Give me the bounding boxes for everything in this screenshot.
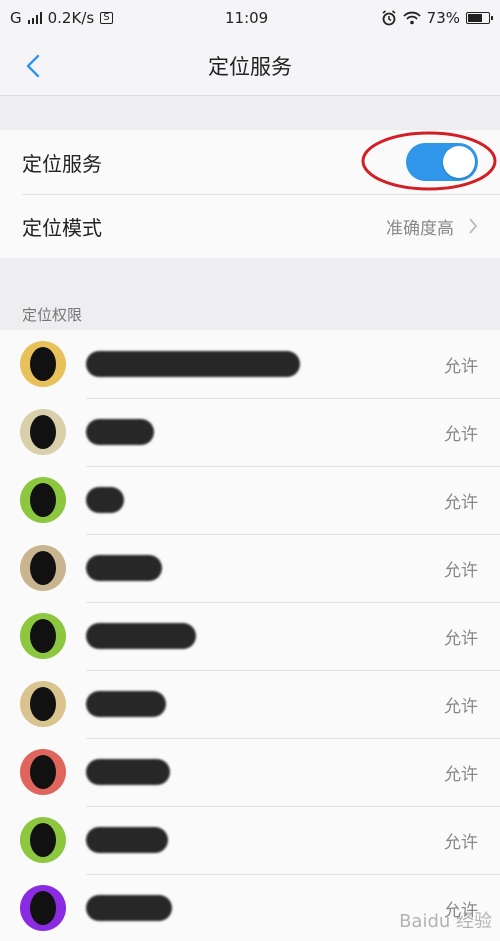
- list-item[interactable]: 允许: [0, 330, 500, 398]
- redacted-blot: [30, 483, 56, 517]
- permission-value: 允许: [444, 764, 478, 785]
- status-right: 73%: [381, 9, 493, 27]
- redacted-app-name: [86, 827, 168, 853]
- redacted-app-name: [86, 487, 124, 513]
- permission-value: 允许: [444, 832, 478, 853]
- annotation-circle: [361, 131, 497, 191]
- list-item[interactable]: 允许: [0, 534, 500, 602]
- permissions-header: 定位权限: [22, 305, 83, 324]
- redacted-blot: [30, 551, 56, 585]
- clock: 11:09: [224, 9, 269, 27]
- permission-value: 允许: [444, 492, 478, 513]
- redacted-app-name: [86, 895, 172, 921]
- chevron-right-icon: [469, 218, 478, 234]
- list-item[interactable]: 允许: [0, 602, 500, 670]
- app-icon: [20, 749, 66, 795]
- redacted-app-name: [86, 691, 166, 717]
- redacted-blot: [30, 891, 56, 925]
- redacted-app-name: [86, 419, 154, 445]
- app-icon: [20, 613, 66, 659]
- back-arrow-icon[interactable]: [20, 52, 48, 80]
- redacted-blot: [30, 755, 56, 789]
- redacted-blot: [30, 415, 56, 449]
- app-icon: [20, 341, 66, 387]
- app-icon: [20, 885, 66, 931]
- app-icon: [20, 545, 66, 591]
- list-item[interactable]: 允许: [0, 398, 500, 466]
- permission-value: 允许: [444, 696, 478, 717]
- permission-value: 允许: [444, 560, 478, 581]
- signal-icon: [27, 12, 42, 24]
- s-icon: S: [100, 12, 113, 24]
- watermark: Baidu 经验: [399, 911, 492, 932]
- alarm-icon: [382, 10, 396, 26]
- list-item[interactable]: 允许: [0, 738, 500, 806]
- battery-icon: [466, 12, 493, 24]
- redacted-app-name: [86, 351, 300, 377]
- permission-value: 允许: [444, 356, 478, 377]
- app-icon: [20, 409, 66, 455]
- redacted-blot: [30, 347, 56, 381]
- list-item[interactable]: 允许: [0, 466, 500, 534]
- list-item[interactable]: 允许: [0, 806, 500, 874]
- network-speed: 0.2K/s: [47, 9, 95, 27]
- location-service-label: 定位服务: [22, 151, 102, 176]
- redacted-blot: [30, 823, 56, 857]
- location-mode-right: 准确度高: [386, 214, 478, 239]
- app-icon: [20, 477, 66, 523]
- list-item[interactable]: 允许: [0, 670, 500, 738]
- wifi-icon: [403, 11, 421, 25]
- network-type: G: [10, 9, 22, 27]
- redacted-blot: [30, 687, 56, 721]
- location-mode-label: 定位模式: [22, 215, 102, 240]
- nav-bar: 定位服务: [0, 36, 500, 96]
- app-icon: [20, 681, 66, 727]
- permissions-list: 允许 允许 允许 允许 允许 允许 允许 允许 允许: [0, 330, 500, 941]
- redacted-app-name: [86, 555, 162, 581]
- page-title: 定位服务: [208, 54, 292, 79]
- battery-percent: 73%: [426, 9, 460, 27]
- status-left: G 0.2K/s S: [10, 9, 113, 27]
- location-mode-row[interactable]: 定位模式 准确度高: [0, 194, 500, 258]
- redacted-app-name: [86, 623, 196, 649]
- redacted-blot: [30, 619, 56, 653]
- permission-value: 允许: [444, 628, 478, 649]
- app-icon: [20, 817, 66, 863]
- permission-value: 允许: [444, 424, 478, 445]
- status-bar: G 0.2K/s S 11:09 73%: [0, 0, 500, 36]
- redacted-app-name: [86, 759, 170, 785]
- location-mode-value: 准确度高: [386, 218, 454, 239]
